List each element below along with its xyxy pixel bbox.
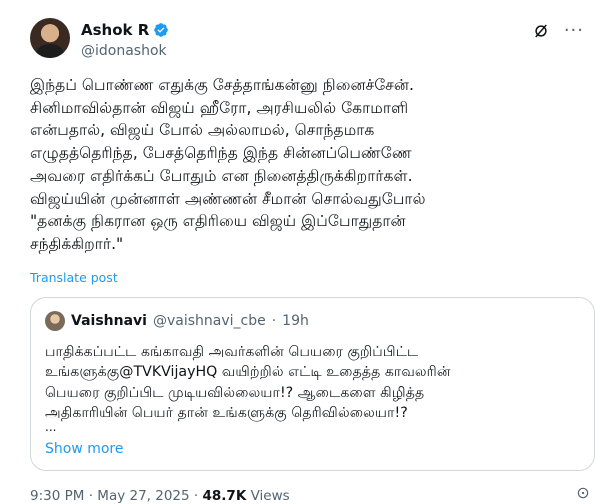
quoted-time[interactable]: 19h: [282, 313, 309, 329]
post-time[interactable]: 9:30 PM: [30, 488, 84, 504]
quoted-author-handle[interactable]: @vaishnavi_cbe: [153, 313, 266, 329]
author-avatar[interactable]: [30, 18, 70, 58]
meta-separator-2: ·: [193, 488, 199, 504]
grok-icon[interactable]: [532, 22, 550, 40]
quoted-post-text: பாதிக்கப்பட்ட கங்காவதி அவர்களின் பெயரை க…: [45, 344, 451, 421]
author-name-row: Ashok R: [81, 21, 169, 39]
post-text: இந்தப் பொண்ண எதுக்கு சேத்தாங்கன்னு நினைச…: [30, 76, 426, 253]
post-date[interactable]: May 27, 2025: [97, 488, 189, 504]
post-meta: 9:30 PM · May 27, 2025 · 48.7K Views: [30, 488, 290, 504]
verified-badge-icon: [154, 23, 169, 37]
quoted-author-avatar[interactable]: [45, 311, 65, 331]
analytics-icon[interactable]: [576, 486, 590, 500]
quoted-post[interactable]: Vaishnavi @vaishnavi_cbe · 19h பாதிக்கப்…: [30, 297, 595, 471]
post-header: Ashok R @idonashok ···: [30, 14, 586, 64]
show-more-link[interactable]: Show more: [45, 441, 124, 457]
author-handle[interactable]: @idonashok: [81, 43, 167, 59]
translate-post-link[interactable]: Translate post: [30, 270, 118, 285]
post: Ashok R @idonashok ··· இந்தப் பொண்ண எதுக…: [0, 0, 600, 504]
more-options-icon[interactable]: ···: [564, 22, 584, 40]
quoted-author-name[interactable]: Vaishnavi: [71, 313, 147, 329]
views-label: Views: [250, 488, 290, 504]
views-count: 48.7K: [202, 488, 247, 504]
post-actions: ···: [532, 22, 584, 40]
meta-separator: ·: [88, 488, 93, 504]
quoted-ellipsis: ...: [45, 420, 57, 434]
quoted-post-header: Vaishnavi @vaishnavi_cbe · 19h: [45, 311, 309, 331]
author-name[interactable]: Ashok R: [81, 21, 149, 39]
quoted-separator: ·: [271, 313, 277, 329]
